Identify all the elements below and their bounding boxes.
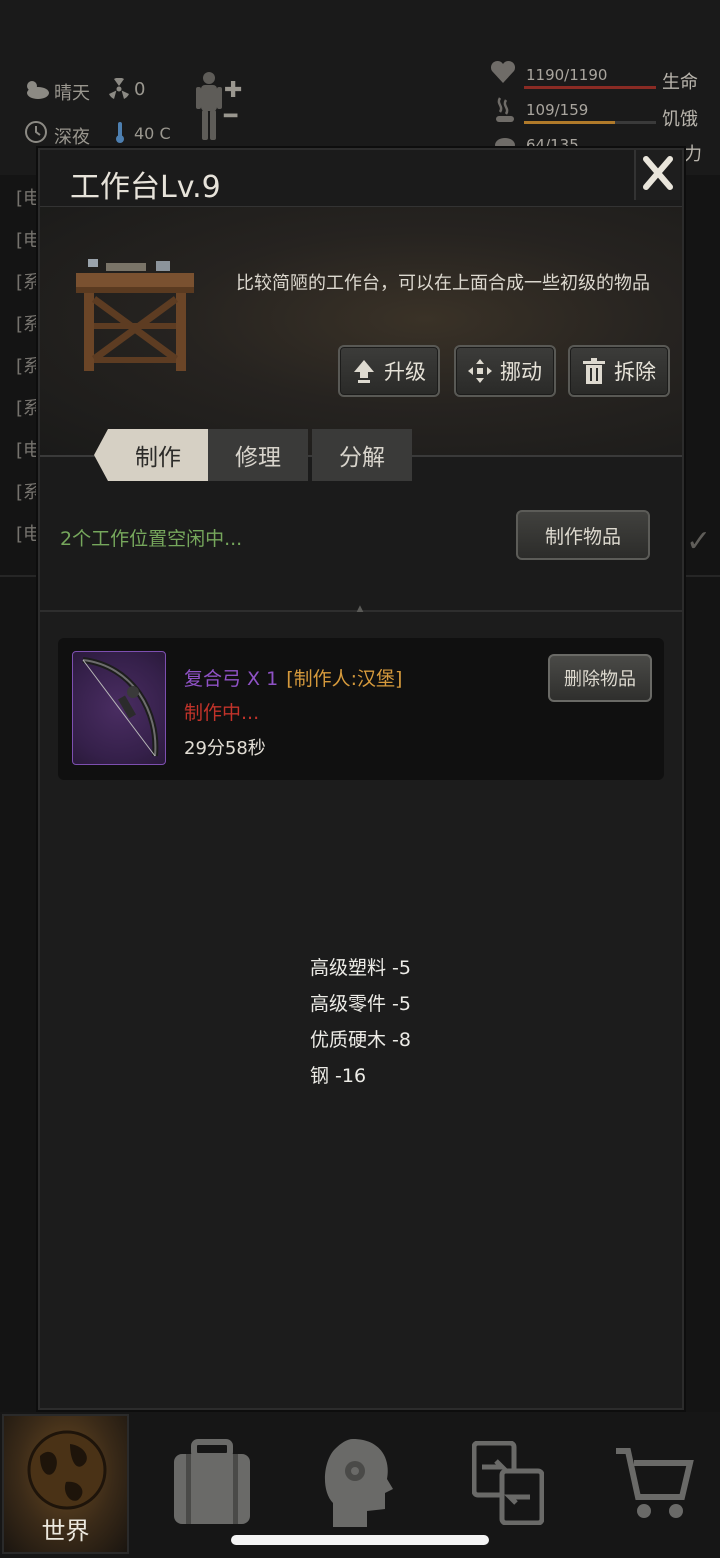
trade-icon bbox=[471, 1440, 545, 1529]
log-row: [电 bbox=[16, 188, 42, 209]
backpack-icon bbox=[172, 1438, 252, 1532]
clock-icon bbox=[24, 120, 48, 149]
material-cost-list: 高级塑料 -5 高级零件 -5 优质硬木 -8 钢 -16 bbox=[310, 950, 411, 1094]
log-row: [电 bbox=[16, 524, 42, 545]
stamina-label: 力 bbox=[684, 144, 702, 165]
hunger-steam-icon bbox=[494, 96, 516, 129]
log-row: [系 bbox=[16, 398, 42, 419]
tab-repair[interactable]: 修理 bbox=[208, 429, 308, 481]
background-message-log: [电 [电 [系 [系 [系 [系 [电 [系 [电 bbox=[0, 178, 42, 556]
cost-item: 高级零件 -5 bbox=[310, 993, 411, 1015]
body-figure-icon[interactable] bbox=[196, 70, 222, 147]
log-row: [系 bbox=[16, 356, 42, 377]
close-button[interactable] bbox=[634, 150, 680, 200]
background-check-icon: ✓ bbox=[686, 524, 712, 559]
delete-item-button[interactable]: 删除物品 bbox=[548, 654, 652, 702]
weather-cloud-icon bbox=[24, 78, 50, 105]
zoom-out-icon[interactable]: ━ bbox=[224, 104, 237, 129]
tab-craft[interactable]: 制作 bbox=[94, 429, 208, 481]
job-time-remaining: 29分58秒 bbox=[184, 738, 266, 759]
skills-head-icon bbox=[323, 1437, 393, 1533]
health-bar bbox=[524, 86, 656, 89]
dismantle-button[interactable]: 拆除 bbox=[568, 345, 670, 397]
workbench-modal: 工作台Lv.9 比较简陋的工作台，可以在上面合成一些初级的物品 升级 挪动 拆除… bbox=[38, 148, 684, 1410]
upgrade-button[interactable]: 升级 bbox=[338, 345, 440, 397]
log-row: [系 bbox=[16, 482, 42, 503]
tab-salvage[interactable]: 分解 bbox=[312, 429, 412, 481]
crafting-job-row[interactable]: 复合弓 X 1 [制作人:汉堡] 制作中... 29分58秒 删除物品 bbox=[58, 638, 664, 780]
radiation-icon bbox=[108, 77, 130, 105]
make-item-button[interactable]: 制作物品 bbox=[516, 510, 650, 560]
log-row: [电 bbox=[16, 230, 42, 251]
move-arrows-icon bbox=[468, 359, 492, 383]
cost-item: 高级塑料 -5 bbox=[310, 957, 411, 979]
close-icon bbox=[643, 156, 673, 194]
heart-icon bbox=[490, 60, 516, 89]
hunger-label: 饥饿 bbox=[662, 109, 698, 130]
trash-icon bbox=[582, 358, 606, 384]
upgrade-label: 升级 bbox=[384, 360, 426, 384]
cost-item: 优质硬木 -8 bbox=[310, 1029, 411, 1051]
nav-shop[interactable] bbox=[592, 1412, 716, 1558]
nav-world-label: 世界 bbox=[41, 1517, 90, 1545]
log-row: [系 bbox=[16, 272, 42, 293]
workbench-description: 比较简陋的工作台，可以在上面合成一些初级的物品 bbox=[236, 273, 650, 294]
health-value: 1190/1190 bbox=[526, 66, 608, 84]
home-indicator[interactable] bbox=[231, 1535, 489, 1545]
zoom-in-icon[interactable]: ✚ bbox=[224, 78, 242, 103]
idle-slots-status: 2个工作位置空闲中... bbox=[60, 528, 243, 550]
hunger-bar bbox=[524, 121, 656, 124]
arrow-up-icon bbox=[352, 359, 376, 383]
job-status: 制作中... bbox=[184, 702, 260, 724]
radiation-value: 0 bbox=[134, 79, 146, 100]
log-row: [系 bbox=[16, 314, 42, 335]
temperature-value: 40 C bbox=[134, 124, 171, 143]
thermometer-icon bbox=[114, 120, 126, 149]
dismantle-label: 拆除 bbox=[614, 360, 656, 384]
workbench-banner: 比较简陋的工作台，可以在上面合成一些初级的物品 升级 挪动 拆除 bbox=[40, 206, 682, 456]
workbench-icon bbox=[76, 259, 194, 375]
hunger-value: 109/159 bbox=[526, 101, 589, 119]
time-of-day: 深夜 bbox=[54, 127, 90, 148]
job-item-name: 复合弓 X 1 bbox=[184, 668, 279, 690]
move-button[interactable]: 挪动 bbox=[454, 345, 556, 397]
cost-item: 钢 -16 bbox=[310, 1065, 367, 1087]
health-label: 生命 bbox=[662, 72, 698, 93]
modal-title: 工作台Lv.9 bbox=[70, 170, 221, 205]
shop-cart-icon bbox=[614, 1445, 694, 1525]
move-label: 挪动 bbox=[500, 360, 542, 384]
compound-bow-icon bbox=[72, 651, 166, 765]
log-row: [电 bbox=[16, 440, 42, 461]
weather-text: 晴天 bbox=[54, 83, 90, 104]
nav-world[interactable]: 世界 bbox=[2, 1414, 129, 1554]
job-title: 复合弓 X 1 [制作人:汉堡] bbox=[184, 664, 402, 691]
job-maker: [制作人:汉堡] bbox=[286, 668, 403, 690]
